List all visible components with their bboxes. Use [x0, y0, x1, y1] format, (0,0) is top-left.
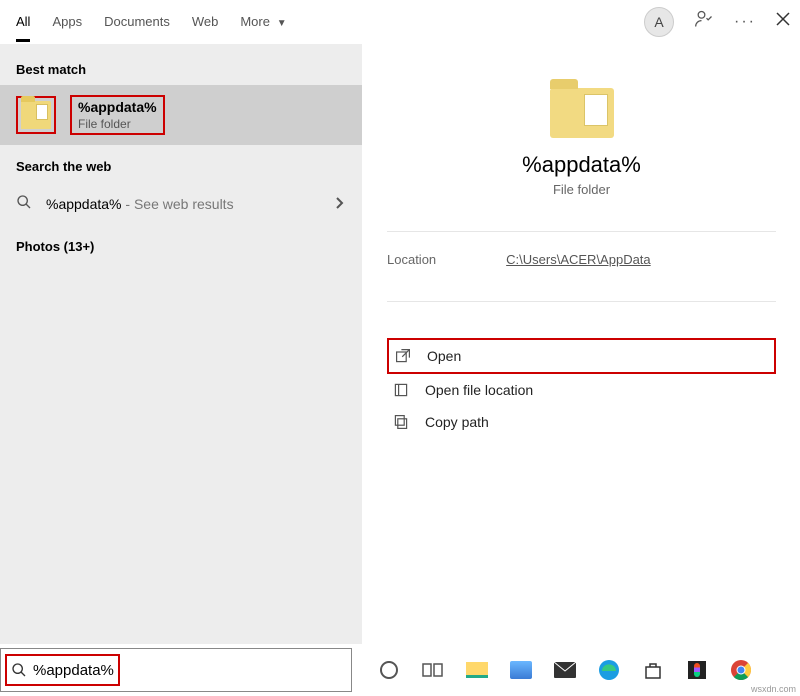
tab-documents[interactable]: Documents — [104, 2, 170, 42]
detail-subtitle: File folder — [387, 182, 776, 197]
results-panel: Best match %appdata% File folder Search … — [0, 44, 362, 644]
close-button[interactable] — [776, 12, 790, 31]
folder-icon — [16, 96, 56, 134]
app-icon-1[interactable] — [508, 657, 534, 683]
location-path[interactable]: C:\Users\ACER\AppData — [506, 252, 651, 267]
tab-web[interactable]: Web — [192, 2, 219, 42]
result-title: %appdata% — [78, 99, 157, 115]
filter-tabs: All Apps Documents Web More ▼ — [16, 2, 287, 42]
web-query: %appdata% — [46, 196, 122, 212]
tab-apps[interactable]: Apps — [52, 2, 82, 42]
location-label: Location — [387, 252, 436, 267]
location-icon — [393, 382, 409, 398]
tab-all[interactable]: All — [16, 2, 30, 42]
header-bar: All Apps Documents Web More ▼ A ··· — [0, 0, 800, 44]
tab-more[interactable]: More ▼ — [240, 2, 286, 42]
search-icon — [16, 194, 32, 213]
web-hint: - See web results — [122, 196, 234, 212]
photos-label[interactable]: Photos (13+) — [0, 225, 362, 262]
file-explorer-icon[interactable] — [464, 657, 490, 683]
mail-icon[interactable] — [552, 657, 578, 683]
divider — [387, 231, 776, 232]
store-icon[interactable] — [640, 657, 666, 683]
best-match-result[interactable]: %appdata% File folder — [0, 85, 362, 145]
best-match-label: Best match — [0, 48, 362, 85]
main-area: Best match %appdata% File folder Search … — [0, 44, 800, 644]
bottom-bar: %appdata% — [0, 644, 800, 696]
detail-panel: %appdata% File folder Location C:\Users\… — [362, 44, 800, 644]
search-web-label: Search the web — [0, 145, 362, 182]
open-file-location-action[interactable]: Open file location — [387, 374, 776, 406]
open-icon — [395, 348, 411, 364]
search-box[interactable]: %appdata% — [0, 648, 352, 692]
divider — [387, 301, 776, 302]
watermark: wsxdn.com — [751, 684, 796, 694]
search-web-row[interactable]: %appdata% - See web results — [0, 182, 362, 225]
search-icon — [11, 662, 27, 678]
more-options-button[interactable]: ··· — [734, 13, 756, 31]
task-view-icon[interactable] — [420, 657, 446, 683]
chrome-icon[interactable] — [728, 657, 754, 683]
chevron-right-icon — [334, 196, 346, 212]
taskbar — [352, 657, 800, 683]
detail-title: %appdata% — [387, 152, 776, 178]
chevron-down-icon: ▼ — [274, 18, 287, 29]
open-action[interactable]: Open — [387, 338, 776, 374]
copy-icon — [393, 414, 409, 430]
search-input[interactable]: %appdata% — [33, 662, 114, 679]
result-subtitle: File folder — [78, 117, 157, 131]
folder-large-icon — [550, 88, 614, 138]
copy-path-action[interactable]: Copy path — [387, 406, 776, 438]
cortana-icon[interactable] — [376, 657, 402, 683]
feedback-icon[interactable] — [694, 9, 714, 34]
user-avatar[interactable]: A — [644, 7, 674, 37]
edge-icon[interactable] — [596, 657, 622, 683]
figma-icon[interactable] — [684, 657, 710, 683]
